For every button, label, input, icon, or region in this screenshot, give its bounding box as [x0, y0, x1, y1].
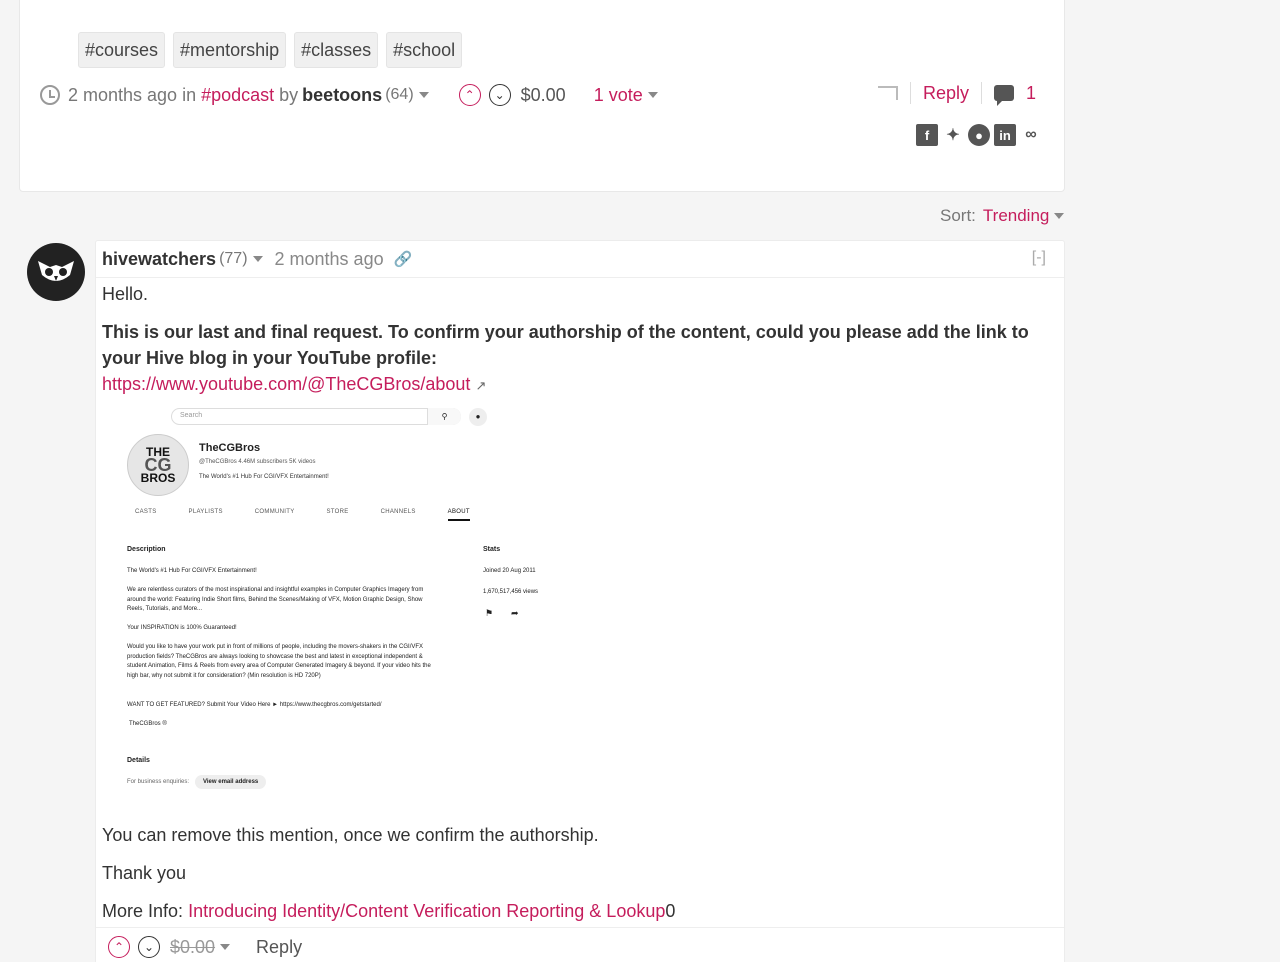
payout-caret[interactable]	[220, 944, 231, 950]
greeting: Hello.	[102, 284, 149, 304]
desc-line-4: Would you like to have your work put in …	[127, 644, 431, 679]
tab-casts: CASTS	[135, 509, 157, 515]
post-card: #courses #mentorship #classes #school 2 …	[19, 0, 1065, 192]
linkedin-icon[interactable]: in	[994, 124, 1016, 146]
more-info-suffix: 0	[665, 901, 676, 921]
more-info-label: More Info:	[102, 901, 184, 921]
owl-icon	[38, 261, 74, 281]
facebook-icon[interactable]: f	[916, 124, 938, 146]
channel-name: TheCGBros	[199, 442, 261, 454]
post-payout[interactable]: $0.00	[521, 85, 566, 106]
external-link-icon: ↗	[475, 378, 487, 393]
youtube-link[interactable]: https://www.youtube.com/@TheCGBros/about	[102, 374, 470, 394]
channel-handle: @TheCGBros 4.46M subscribers 5K videos	[199, 459, 316, 465]
channel-logo: THE CG BROS	[127, 434, 189, 496]
vote-count[interactable]: 1 vote	[594, 85, 643, 106]
in-text: in	[182, 84, 197, 105]
downvote-icon[interactable]: ⌄	[138, 936, 160, 958]
sort-label: Sort:	[940, 206, 976, 225]
tab-community: COMMUNITY	[254, 509, 295, 515]
by-text: by	[279, 84, 299, 105]
divider	[980, 82, 982, 104]
comment-footer: ⌃ ⌄ $0.00 Reply	[96, 927, 1064, 958]
tab-store: STORE	[326, 509, 349, 515]
more-info: More Info: Introducing Identity/Content …	[102, 898, 1037, 924]
tab-playlists: PLAYLISTS	[188, 509, 223, 515]
comment-author-reputation: (77)	[219, 250, 248, 267]
link-icon[interactable]: ∞	[1020, 124, 1042, 146]
post-meta: 2 months ago in #podcast by beetoons (64…	[40, 84, 658, 106]
tag-classes[interactable]: #classes	[294, 32, 379, 68]
tag-school[interactable]: #school	[386, 32, 463, 68]
comment-count[interactable]: 1	[1026, 83, 1036, 104]
search-icon: ⚲	[427, 408, 461, 425]
sort-caret[interactable]	[1054, 213, 1065, 219]
yt-search-input: Search	[171, 408, 461, 425]
upvote-icon[interactable]: ⌃	[108, 936, 130, 958]
upvote-icon[interactable]: ⌃	[458, 84, 481, 106]
desc-line-2: We are relentless curators of the most i…	[127, 587, 424, 612]
post-time[interactable]: 2 months ago	[68, 85, 177, 106]
comment-header: hivewatchers (77) 2 months ago 🔗 [-]	[96, 241, 1064, 278]
embedded-screenshot[interactable]: Search ⚲ ● THE CG BROS TheCGBros @TheCGB…	[121, 406, 581, 796]
author-menu-caret[interactable]	[418, 92, 429, 98]
tag-list: #courses #mentorship #classes #school	[78, 32, 463, 68]
tab-channels: CHANNELS	[380, 509, 416, 515]
comment-icon[interactable]	[993, 85, 1014, 106]
comment-author[interactable]: hivewatchers	[102, 249, 216, 270]
divider	[909, 82, 911, 104]
desc-line-1: The World's #1 Hub For CGI/VFX Entertain…	[127, 568, 257, 574]
comment-payout[interactable]: $0.00	[170, 937, 215, 958]
downvote-icon[interactable]: ⌄	[488, 84, 511, 106]
description-heading: Description	[127, 546, 166, 553]
more-info-link[interactable]: Introducing Identity/Content Verificatio…	[188, 901, 665, 921]
stats-heading: Stats	[483, 546, 501, 553]
reblog-icon[interactable]	[877, 86, 898, 100]
desc-line-6: TheCGBros ®	[129, 721, 167, 727]
joined-date: Joined 20 Aug 2011	[483, 568, 536, 574]
desc-line-3: Your INSPIRATION is 100% Guaranteed!	[127, 625, 237, 631]
business-label: For business enquiries:	[127, 779, 190, 785]
desc-line-5: WANT TO GET FEATURED? Submit Your Video …	[127, 702, 382, 708]
sort-dropdown[interactable]: Trending	[983, 206, 1049, 226]
view-count: 1,670,517,456 views	[483, 589, 539, 595]
author-reputation: (64)	[385, 86, 414, 103]
thanks-text: Thank you	[102, 863, 187, 883]
share-links: f ✦ ● in ∞	[916, 124, 1042, 146]
reply-button[interactable]: Reply	[923, 83, 969, 104]
comment-author-caret[interactable]	[252, 256, 263, 262]
post-actions: Reply 1	[877, 82, 1036, 106]
channel-tabs: CASTS PLAYLISTS COMMUNITY STORE CHANNELS…	[135, 509, 470, 521]
votes-caret[interactable]	[647, 92, 658, 98]
collapse-toggle[interactable]: [-]	[1032, 249, 1046, 267]
share-icon: ➦	[511, 608, 519, 618]
flag-icon: ⚑	[485, 608, 494, 618]
owl-avatar[interactable]	[27, 243, 85, 301]
comment-body: Hello. This is our last and final reques…	[102, 281, 1037, 411]
remove-note: You can remove this mention, once we con…	[102, 825, 599, 845]
view-email-button: View email address	[195, 775, 267, 789]
sort-control: Sort: Trending	[940, 206, 1065, 226]
reddit-icon[interactable]: ●	[968, 124, 990, 146]
request-text: This is our last and final request. To c…	[102, 322, 1029, 368]
permalink-icon[interactable]: 🔗	[394, 250, 413, 268]
comment-reply-button[interactable]: Reply	[256, 937, 302, 958]
community-link[interactable]: #podcast	[201, 85, 274, 106]
logo-bros: BROS	[140, 470, 176, 485]
comment-time[interactable]: 2 months ago	[275, 249, 384, 270]
twitter-icon[interactable]: ✦	[942, 124, 964, 146]
logo-cg: CG	[144, 454, 172, 475]
tag-mentorship[interactable]: #mentorship	[173, 32, 287, 68]
comment-body-tail: You can remove this mention, once we con…	[102, 822, 1037, 936]
tab-about: ABOUT	[447, 509, 470, 521]
channel-tagline: The World's #1 Hub For CGI/VFX Entertain…	[199, 474, 329, 480]
comment-card: hivewatchers (77) 2 months ago 🔗 [-] Hel…	[95, 240, 1065, 962]
details-heading: Details	[127, 757, 150, 764]
post-author[interactable]: beetoons	[302, 85, 382, 106]
clock-icon	[40, 85, 60, 105]
mic-icon: ●	[469, 408, 487, 426]
tag-courses[interactable]: #courses	[78, 32, 166, 68]
